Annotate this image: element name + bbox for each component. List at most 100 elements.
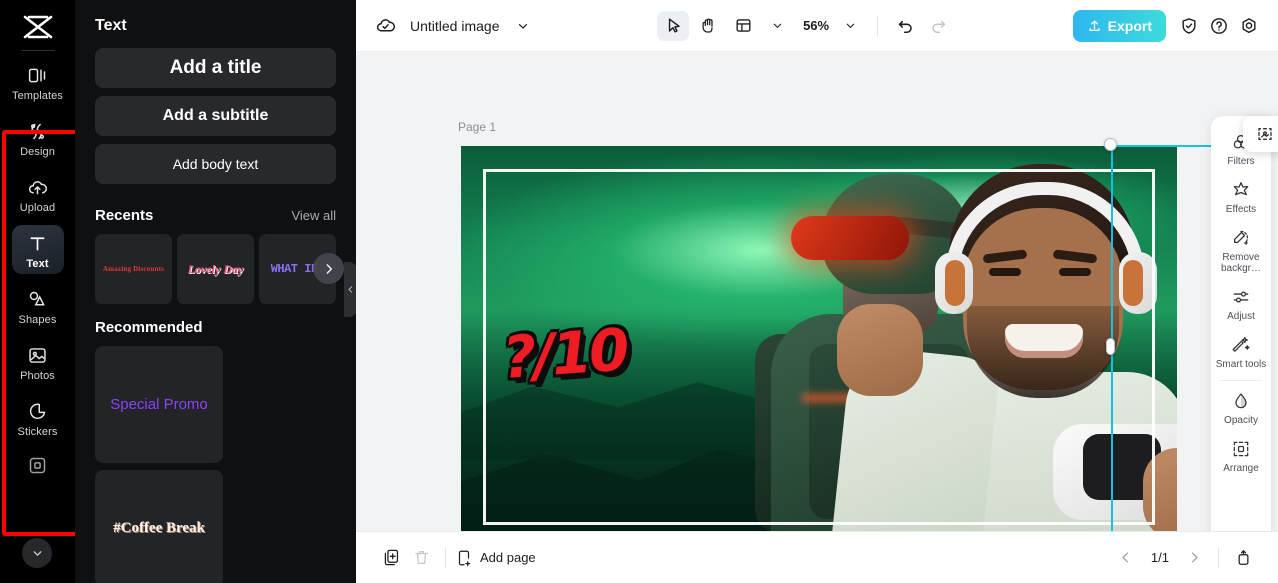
main-area: Untitled image 56% Export Page 1 ?/10 Fi… xyxy=(356,0,1278,583)
tool-label: Arrange xyxy=(1223,463,1259,474)
recents-list: Amazing Discounts Lovely Day WHAT IF. xyxy=(95,234,344,304)
left-sidebar: Templates Design Upload Text Shapes Phot… xyxy=(0,0,75,583)
recommended-grid: Special Promo #Coffee Break BABYTOY okay… xyxy=(95,346,336,583)
list-item[interactable]: Amazing Discounts xyxy=(95,234,172,304)
list-item[interactable]: #Coffee Break xyxy=(95,470,223,583)
page-indicator: 1/1 xyxy=(1150,550,1169,565)
trash-icon[interactable] xyxy=(406,543,436,573)
sidebar-item-label: Text xyxy=(26,258,49,270)
zoom-chevron-down-icon[interactable] xyxy=(835,11,865,41)
bottom-toolbar: Add page 1/1 xyxy=(356,531,1278,583)
chevron-down-icon[interactable] xyxy=(508,11,538,41)
shield-check-icon[interactable] xyxy=(1174,11,1204,41)
cloud-saved-icon[interactable] xyxy=(370,11,400,41)
panel-collapse-handle[interactable] xyxy=(344,262,356,317)
add-title-button[interactable]: Add a title xyxy=(95,48,336,88)
recommended-label: #Coffee Break xyxy=(113,520,205,536)
sidebar-item-label: Design xyxy=(20,146,55,158)
arrange-icon xyxy=(1230,438,1252,460)
sidebar-item-label: Templates xyxy=(11,90,64,102)
recommended-header: Recommended xyxy=(95,304,336,346)
next-page-button[interactable] xyxy=(1179,543,1209,573)
recents-next-button[interactable] xyxy=(313,253,344,284)
redo-button[interactable] xyxy=(923,11,953,41)
sidebar-item-photos[interactable]: Photos xyxy=(12,337,64,386)
top-toolbar: Untitled image 56% Export xyxy=(356,0,1278,52)
prev-page-button[interactable] xyxy=(1111,543,1141,573)
text-panel: Text Add a title Add a subtitle Add body… xyxy=(75,0,356,583)
recent-label: Amazing Discounts xyxy=(102,265,165,273)
artwork-score-text: ?/10 xyxy=(500,315,629,392)
duplicate-page-icon[interactable] xyxy=(376,543,406,573)
layout-chevron-down-icon[interactable] xyxy=(762,11,792,41)
capcut-logo-icon[interactable] xyxy=(16,12,60,42)
cutout-button[interactable] xyxy=(1251,120,1278,148)
recommended-heading: Recommended xyxy=(95,319,203,336)
right-tools-panel: Filters Effects Remove backgr… Adjust Sm… xyxy=(1211,116,1271,531)
frames-icon xyxy=(26,455,50,475)
design-icon xyxy=(26,119,50,143)
resize-handle-top-left[interactable] xyxy=(1104,138,1117,151)
sidebar-item-label: Stickers xyxy=(17,426,58,438)
sidebar-item-text[interactable]: Text xyxy=(11,225,64,274)
hand-tool-button[interactable] xyxy=(692,11,724,41)
add-page-label: Add page xyxy=(480,550,536,565)
settings-gear-icon[interactable] xyxy=(1234,11,1264,41)
tool-effects[interactable]: Effects xyxy=(1214,172,1268,220)
adjust-sliders-icon xyxy=(1230,286,1252,308)
list-item[interactable]: Special Promo xyxy=(95,346,223,463)
help-circle-icon[interactable] xyxy=(1204,11,1234,41)
add-subtitle-button[interactable]: Add a subtitle xyxy=(95,96,336,136)
artboard[interactable]: ?/10 xyxy=(461,146,1177,531)
resize-handle-middle-left[interactable] xyxy=(1106,338,1115,355)
panel-export-icon[interactable] xyxy=(1228,543,1258,573)
sidebar-item-label: Upload xyxy=(19,202,56,214)
list-item[interactable]: Lovely Day xyxy=(177,234,254,304)
recommended-label: Special Promo xyxy=(110,396,208,413)
document-title[interactable]: Untitled image xyxy=(410,18,500,34)
shapes-icon xyxy=(26,287,50,311)
page-navigation: 1/1 xyxy=(1111,543,1258,573)
export-label: Export xyxy=(1107,17,1152,34)
add-body-text-button[interactable]: Add body text xyxy=(95,144,336,184)
layout-tool-button[interactable] xyxy=(727,11,759,41)
bottom-divider xyxy=(445,547,446,568)
tool-label: Adjust xyxy=(1227,311,1255,322)
select-tool-button[interactable] xyxy=(657,10,690,41)
page-label: Page 1 xyxy=(458,120,497,134)
sidebar-item-design[interactable]: Design xyxy=(12,113,64,162)
templates-icon xyxy=(26,63,50,87)
tool-arrange[interactable]: Arrange xyxy=(1214,431,1268,479)
rail-divider xyxy=(20,50,55,51)
recents-view-all-link[interactable]: View all xyxy=(291,208,336,223)
photos-image-icon xyxy=(26,343,50,367)
tool-remove-background[interactable]: Remove backgr… xyxy=(1214,220,1268,279)
add-page-button[interactable]: Add page xyxy=(455,549,536,567)
smart-tools-wand-icon xyxy=(1230,334,1252,356)
sidebar-item-shapes[interactable]: Shapes xyxy=(12,281,64,330)
tool-opacity[interactable]: Opacity xyxy=(1214,383,1268,431)
toolbar-divider xyxy=(877,15,879,36)
zoom-level[interactable]: 56% xyxy=(803,18,829,33)
remove-background-icon xyxy=(1230,227,1252,249)
tool-label: Effects xyxy=(1225,204,1257,215)
stickers-icon xyxy=(26,399,50,423)
sidebar-item-stickers[interactable]: Stickers xyxy=(12,393,64,442)
right-panel-divider xyxy=(1220,380,1262,381)
text-t-icon xyxy=(26,231,50,255)
effects-star-icon xyxy=(1230,179,1252,201)
canvas-area[interactable]: Page 1 ?/10 Filters Effects Remove backg… xyxy=(356,52,1278,531)
bottom-divider-2 xyxy=(1218,547,1219,568)
recent-label: Lovely Day xyxy=(187,261,244,276)
tool-adjust[interactable]: Adjust xyxy=(1214,279,1268,327)
sidebar-expand-button[interactable] xyxy=(22,538,52,568)
sidebar-item-upload[interactable]: Upload xyxy=(12,169,64,218)
floating-toolbar xyxy=(1243,116,1278,152)
undo-button[interactable] xyxy=(890,11,920,41)
export-button[interactable]: Export xyxy=(1072,9,1166,42)
recents-heading: Recents xyxy=(95,207,154,224)
sidebar-item-frames[interactable] xyxy=(12,449,64,475)
panel-title: Text xyxy=(95,17,127,34)
tool-smart-tools[interactable]: Smart tools xyxy=(1214,327,1268,375)
sidebar-item-templates[interactable]: Templates xyxy=(12,57,64,106)
